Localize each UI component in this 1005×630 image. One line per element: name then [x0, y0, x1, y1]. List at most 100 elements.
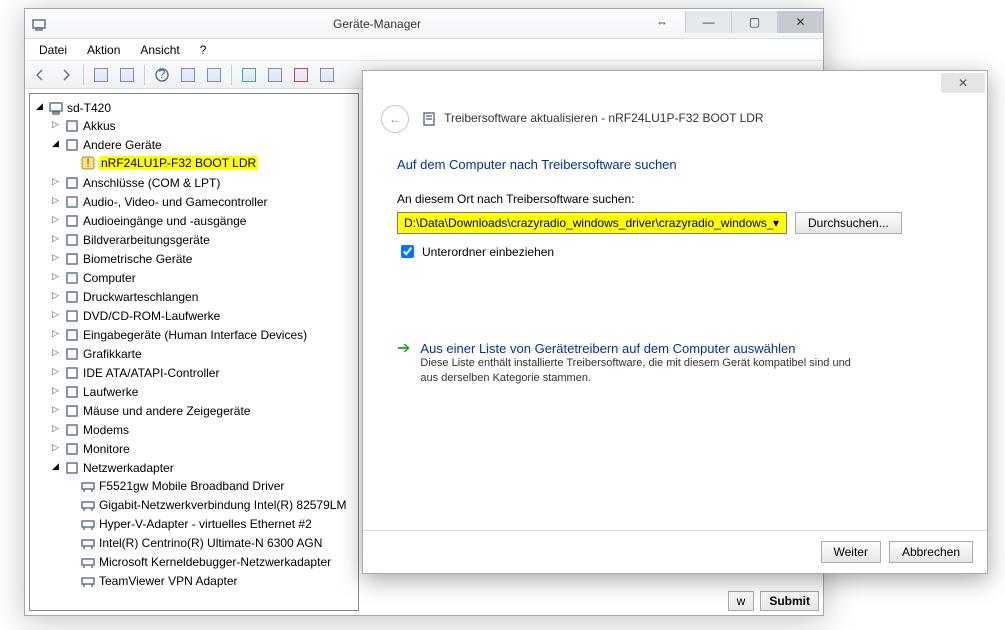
tree-item[interactable]: Microsoft Kerneldebugger-Netzwerkadapter [99, 555, 331, 569]
tree-item[interactable]: DVD/CD-ROM-Laufwerke [83, 309, 220, 323]
expand-toggle[interactable] [50, 443, 61, 454]
device-category-icon [64, 460, 80, 476]
scan-hardware-button[interactable] [290, 64, 312, 86]
tree-item[interactable]: Akkus [83, 119, 116, 133]
expand-toggle[interactable] [50, 139, 61, 150]
tree-item[interactable]: Andere Geräte [83, 138, 162, 152]
tree-item[interactable]: Anschlüsse (COM & LPT) [83, 176, 220, 190]
chevron-down-icon[interactable]: ▾ [768, 214, 784, 232]
device-category-icon [64, 194, 80, 210]
expand-toggle[interactable] [50, 405, 61, 416]
dialog-title: Treibersoftware aktualisieren - nRF24LU1… [421, 111, 764, 127]
tree-item[interactable]: Monitore [83, 442, 130, 456]
update-driver-button[interactable] [238, 64, 260, 86]
device-tree[interactable]: sd-T420 AkkusAndere Geräte!nRF24LU1P-F32… [29, 93, 359, 611]
expand-toggle[interactable] [50, 367, 61, 378]
menu-file[interactable]: Datei [31, 41, 75, 59]
device-category-icon [64, 251, 80, 267]
include-subfolders-input[interactable] [401, 245, 414, 258]
cancel-button[interactable]: Abbrechen [889, 541, 973, 563]
tree-root[interactable]: sd-T420 [67, 101, 111, 115]
w-button[interactable]: w [728, 591, 755, 611]
detail-view-button[interactable] [203, 64, 225, 86]
tree-item-highlighted[interactable]: nRF24LU1P-F32 BOOT LDR [99, 156, 258, 170]
app-icon [31, 16, 47, 32]
expand-toggle[interactable] [50, 177, 61, 188]
svg-text:?: ? [159, 67, 166, 81]
device-category-icon [64, 403, 80, 419]
restore-icon[interactable]: ⇔ [639, 11, 685, 33]
expand-toggle[interactable] [50, 424, 61, 435]
list-view-button[interactable] [177, 64, 199, 86]
expand-toggle[interactable] [50, 253, 61, 264]
tree-item[interactable]: Netzwerkadapter [83, 461, 174, 475]
tree-item[interactable]: Intel(R) Centrino(R) Ultimate-N 6300 AGN [99, 536, 322, 550]
expand-toggle[interactable] [50, 291, 61, 302]
option-title: Aus einer Liste von Gerätetreibern auf d… [420, 341, 860, 356]
include-subfolders-checkbox[interactable]: Unterordner einbeziehen [397, 242, 957, 261]
update-driver-dialog: ✕ ← Treibersoftware aktualisieren - nRF2… [362, 70, 988, 574]
window-title: Geräte-Manager [53, 17, 421, 31]
tree-item[interactable]: Bildverarbeitungsgeräte [83, 233, 210, 247]
network-adapter-icon [80, 573, 96, 589]
device-category-icon [64, 384, 80, 400]
network-adapter-icon [80, 478, 96, 494]
browse-button[interactable]: Durchsuchen... [795, 212, 902, 234]
tree-item[interactable]: IDE ATA/ATAPI-Controller [83, 366, 219, 380]
tree-item[interactable]: TeamViewer VPN Adapter [99, 574, 238, 588]
expand-toggle[interactable] [50, 196, 61, 207]
computer-icon [48, 100, 64, 116]
tree-item[interactable]: Gigabit-Netzwerkverbindung Intel(R) 8257… [99, 498, 346, 512]
device-category-icon [64, 441, 80, 457]
help-button[interactable]: ? [151, 64, 173, 86]
expand-toggle[interactable] [34, 102, 45, 113]
network-adapter-icon [80, 535, 96, 551]
network-adapter-icon [80, 497, 96, 513]
next-button[interactable]: Weiter [821, 541, 881, 563]
menu-action[interactable]: Aktion [79, 41, 128, 59]
forward-button[interactable] [55, 64, 77, 86]
tree-item[interactable]: Eingabegeräte (Human Interface Devices) [83, 328, 307, 342]
network-adapter-icon [80, 516, 96, 532]
expand-toggle[interactable] [50, 120, 61, 131]
properties-button[interactable] [116, 64, 138, 86]
pick-from-list-option[interactable]: ➔ Aus einer Liste von Gerätetreibern auf… [397, 341, 957, 386]
network-adapter-icon [80, 554, 96, 570]
menu-help[interactable]: ? [192, 41, 215, 59]
device-category-icon [64, 308, 80, 324]
tree-item[interactable]: F5521gw Mobile Broadband Driver [99, 479, 284, 493]
uninstall-button[interactable] [264, 64, 286, 86]
back-button[interactable] [29, 64, 51, 86]
tree-item[interactable]: Laufwerke [83, 385, 138, 399]
menu-view[interactable]: Ansicht [132, 41, 187, 59]
expand-toggle[interactable] [50, 272, 61, 283]
menubar: Datei Aktion Ansicht ? [25, 39, 823, 61]
tree-item[interactable]: Audio-, Video- und Gamecontroller [83, 195, 268, 209]
tree-item[interactable]: Hyper-V-Adapter - virtuelles Ethernet #2 [99, 517, 312, 531]
dialog-back-button[interactable]: ← [381, 105, 409, 133]
expand-toggle[interactable] [50, 348, 61, 359]
device-icon [421, 111, 437, 127]
titlebar: Geräte-Manager ⇔ — ▢ ✕ [25, 9, 823, 39]
path-combobox[interactable]: D:\Data\Downloads\crazyradio_windows_dri… [397, 212, 787, 234]
expand-toggle[interactable] [50, 234, 61, 245]
tree-item[interactable]: Druckwarteschlangen [83, 290, 198, 304]
tree-item[interactable]: Modems [83, 423, 129, 437]
expand-toggle[interactable] [50, 462, 61, 473]
tree-item[interactable]: Grafikkarte [83, 347, 142, 361]
close-button[interactable]: ✕ [777, 11, 823, 33]
tree-item[interactable]: Biometrische Geräte [83, 252, 192, 266]
expand-toggle[interactable] [50, 215, 61, 226]
minimize-button[interactable]: — [685, 11, 731, 33]
tree-item[interactable]: Computer [83, 271, 136, 285]
show-hide-tree-button[interactable] [90, 64, 112, 86]
disable-button[interactable] [316, 64, 338, 86]
expand-toggle[interactable] [50, 329, 61, 340]
expand-toggle[interactable] [50, 386, 61, 397]
dialog-close-button[interactable]: ✕ [941, 73, 985, 93]
expand-toggle[interactable] [50, 310, 61, 321]
tree-item[interactable]: Mäuse und andere Zeigegeräte [83, 404, 250, 418]
tree-item[interactable]: Audioeingänge und -ausgänge [83, 214, 246, 228]
maximize-button[interactable]: ▢ [731, 11, 777, 33]
submit-button[interactable]: Submit [760, 591, 819, 611]
